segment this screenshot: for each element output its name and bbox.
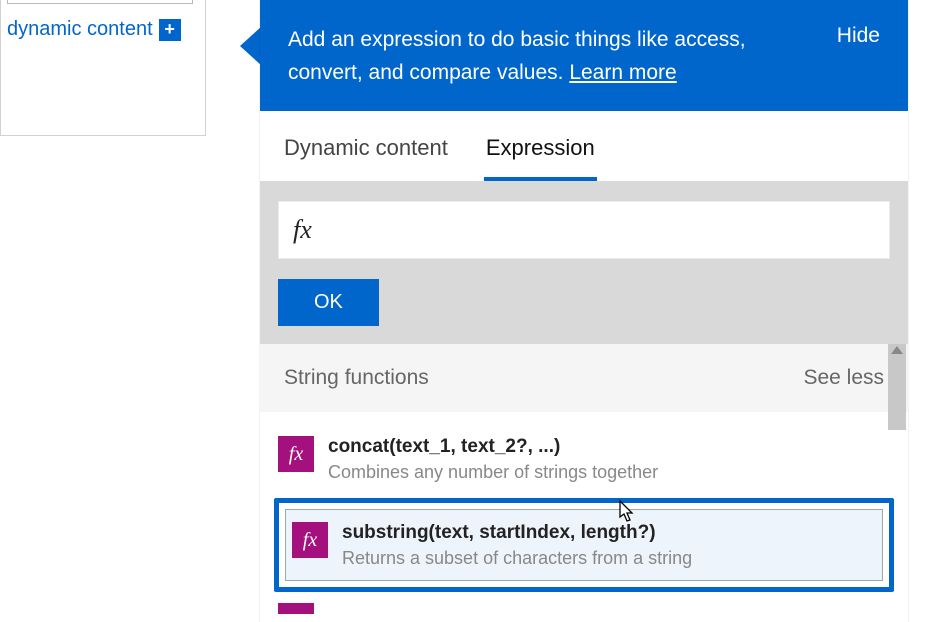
expression-area: fx OK	[260, 181, 908, 344]
fx-icon: fx	[293, 215, 312, 245]
tab-dynamic-content[interactable]: Dynamic content	[282, 125, 450, 181]
function-item-substring-selected: fx substring(text, startIndex, length?) …	[274, 498, 894, 592]
left-input-fragment	[7, 0, 193, 4]
function-title: substring(text, startIndex, length?)	[342, 520, 692, 546]
tabs: Dynamic content Expression	[260, 111, 908, 181]
hide-button[interactable]: Hide	[837, 24, 880, 48]
dynamic-content-label: dynamic content	[7, 18, 153, 41]
fx-icon: fx	[292, 522, 328, 558]
expression-input[interactable]: fx	[278, 201, 890, 259]
function-desc: Combines any number of strings together	[328, 460, 658, 484]
function-group-header: String functions See less	[260, 344, 908, 412]
scroll-up-icon	[891, 346, 903, 354]
function-item-substring[interactable]: fx substring(text, startIndex, length?) …	[285, 509, 883, 581]
scrollbar[interactable]	[888, 344, 906, 430]
header-text: Add an expression to do basic things lik…	[288, 28, 746, 84]
popup-header: Add an expression to do basic things lik…	[260, 0, 908, 111]
left-panel-fragment: dynamic content +	[0, 0, 206, 136]
function-list: fx concat(text_1, text_2?, ...) Combines…	[260, 412, 908, 622]
ok-button[interactable]: OK	[278, 279, 379, 326]
function-item-replace[interactable]	[274, 602, 894, 614]
callout-arrow-icon	[240, 26, 262, 66]
see-less-link[interactable]: See less	[803, 366, 884, 390]
fx-icon	[278, 603, 314, 614]
fx-icon: fx	[278, 436, 314, 472]
expression-popup: Add an expression to do basic things lik…	[260, 0, 908, 622]
tab-expression[interactable]: Expression	[484, 125, 597, 181]
learn-more-link[interactable]: Learn more	[569, 61, 676, 84]
dynamic-content-link[interactable]: dynamic content +	[7, 18, 181, 41]
header-message: Add an expression to do basic things lik…	[288, 24, 788, 89]
function-item-concat[interactable]: fx concat(text_1, text_2?, ...) Combines…	[274, 424, 894, 494]
group-label: String functions	[284, 366, 429, 390]
plus-icon: +	[159, 19, 181, 41]
function-desc: Returns a subset of characters from a st…	[342, 546, 692, 570]
function-title: concat(text_1, text_2?, ...)	[328, 434, 658, 460]
